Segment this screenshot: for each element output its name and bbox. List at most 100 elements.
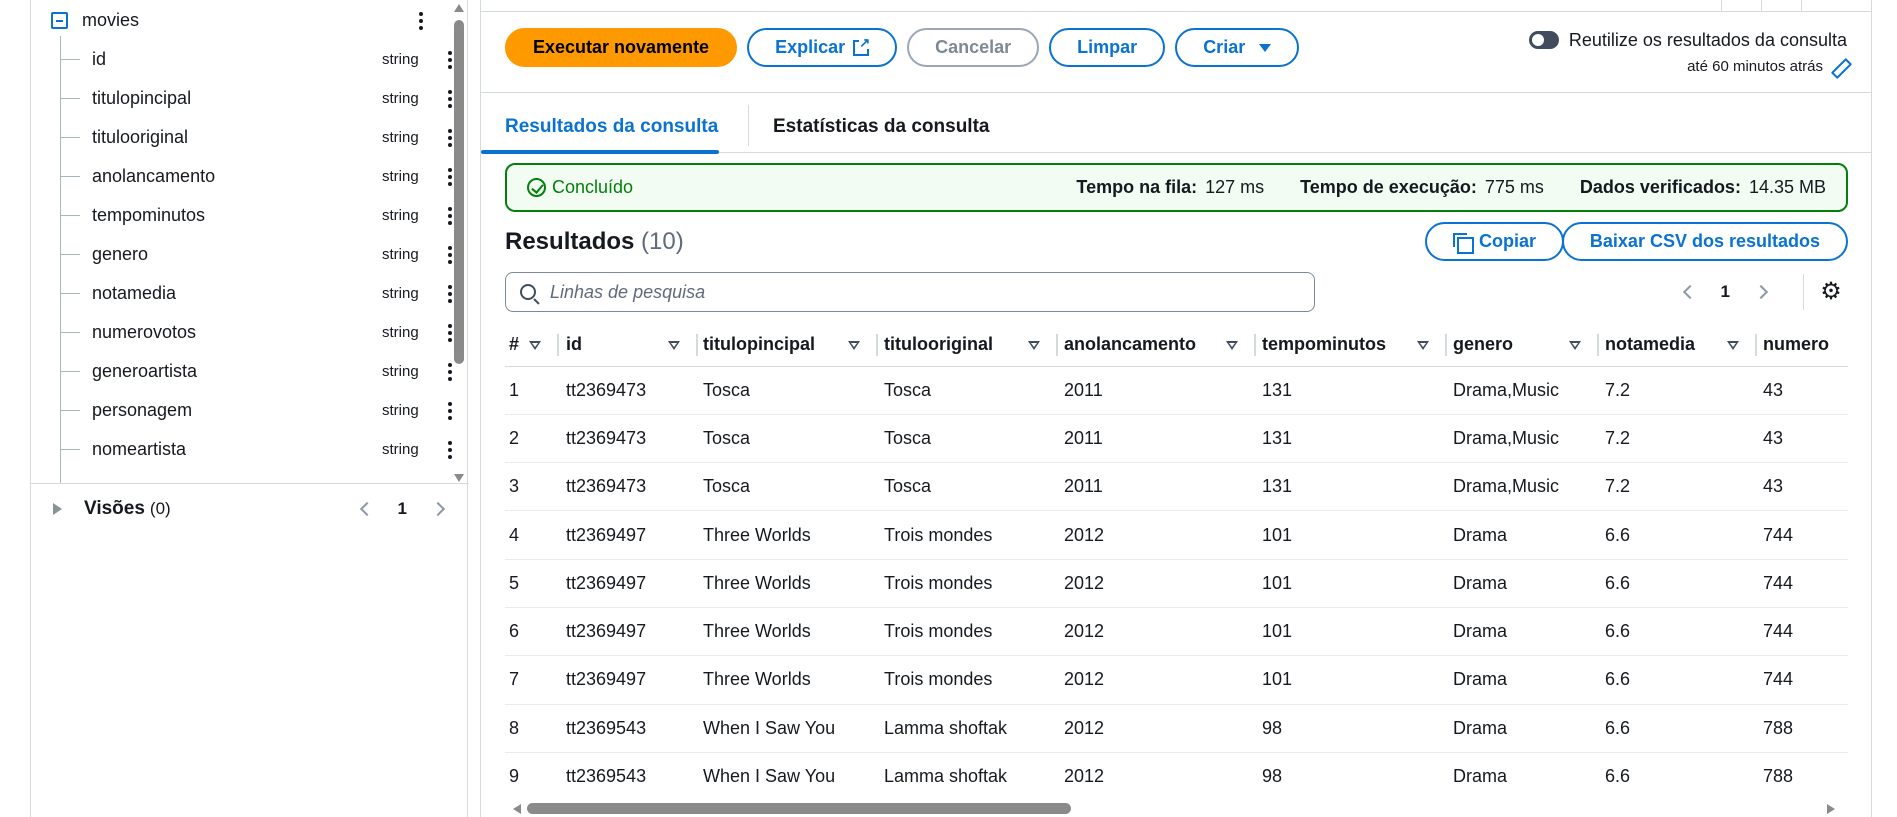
schema-column-titulooriginal[interactable]: titulooriginal string [60, 118, 460, 157]
column-resizer[interactable] [1755, 334, 1757, 356]
table-row[interactable]: 6 tt2369497 Three Worlds Trois mondes 2012 10… [505, 607, 1848, 657]
table-cell: 7.2 [1601, 366, 1759, 415]
horizontal-scrollbar[interactable] [513, 802, 1835, 816]
schema-column-tempominutos[interactable]: tempominutos string [60, 196, 460, 235]
table-cell: 7 [505, 655, 562, 705]
views-page-number[interactable]: 1 [398, 499, 407, 519]
table-row[interactable]: 9 tt2369543 When I Saw You Lamma shoftak 201… [505, 752, 1848, 794]
column-header[interactable]: genero [1449, 324, 1601, 367]
chevron-left-icon[interactable] [359, 501, 374, 517]
schema-column-generoartista[interactable]: generoartista string [60, 352, 460, 391]
column-header[interactable]: # [505, 324, 562, 367]
column-header[interactable]: numero [1759, 324, 1848, 367]
schema-column-titulopincipal[interactable]: titulopincipal string [60, 79, 460, 118]
column-resizer[interactable] [1445, 334, 1447, 356]
table-row[interactable]: 3 tt2369473 Tosca Tosca 2011 131 Drama,Music 7.… [505, 462, 1848, 512]
table-actions-menu-icon[interactable] [411, 9, 431, 33]
sort-icon[interactable] [848, 341, 860, 350]
sort-icon[interactable] [1569, 341, 1581, 350]
tree-connector [60, 332, 80, 333]
sort-icon[interactable] [1727, 341, 1739, 350]
table-cell: Tosca [699, 414, 880, 464]
schema-column-anolancamento[interactable]: anolancamento string [60, 157, 460, 196]
sort-icon[interactable] [1028, 341, 1040, 350]
table-row[interactable]: 4 tt2369497 Three Worlds Trois mondes 2012 10… [505, 510, 1848, 560]
cancel-button[interactable]: Cancelar [907, 28, 1040, 67]
column-name: nomeartista [92, 439, 187, 459]
sort-icon[interactable] [1417, 341, 1429, 350]
download-csv-button[interactable]: Baixar CSV dos resultados [1561, 222, 1848, 261]
schema-column-notamedia[interactable]: notamedia string [60, 274, 460, 313]
column-name: generoartista [92, 361, 198, 381]
column-resizer[interactable] [1254, 334, 1256, 356]
table-cell: 6.6 [1601, 704, 1759, 753]
table-cell: 2012 [1060, 559, 1258, 608]
views-count: (0) [149, 499, 171, 518]
table-cell: 9 [505, 752, 562, 794]
pencil-icon[interactable] [1831, 59, 1847, 75]
scrollbar-thumb[interactable] [527, 803, 1071, 814]
column-header[interactable]: id [562, 324, 699, 367]
table-row[interactable]: 1 tt2369473 Tosca Tosca 2011 131 Drama,Music 7.… [505, 366, 1848, 415]
schema-scrollbar[interactable] [452, 4, 466, 482]
scrollbar-thumb[interactable] [454, 20, 464, 364]
schema-column-numerovotos[interactable]: numerovotos string [60, 313, 460, 352]
chevron-left-icon[interactable] [1682, 284, 1697, 300]
scroll-right-icon[interactable] [1827, 804, 1835, 814]
column-header[interactable]: notamedia [1601, 324, 1759, 367]
table-cell: 8 [505, 704, 562, 753]
header-label: genero [1453, 334, 1514, 355]
scroll-down-icon[interactable] [454, 474, 464, 482]
table-body: 1 tt2369473 Tosca Tosca 2011 131 Drama,Music 7.… [505, 366, 1848, 794]
create-label: Criar [1203, 37, 1246, 57]
column-header[interactable]: tempominutos [1258, 324, 1449, 367]
header-label: titulooriginal [884, 334, 993, 355]
search-field[interactable] [505, 272, 1315, 312]
views-label[interactable]: Visões [84, 498, 145, 520]
table-row[interactable]: 7 tt2369497 Three Worlds Trois mondes 2012 10… [505, 655, 1848, 705]
gear-icon[interactable]: ⚙ [1820, 280, 1842, 304]
chevron-right-icon[interactable] [1753, 284, 1769, 300]
column-resizer[interactable] [1056, 334, 1058, 356]
collapse-icon[interactable] [51, 11, 68, 29]
table-row[interactable]: 2 tt2369473 Tosca Tosca 2011 131 Drama,Music 7.… [505, 414, 1848, 464]
column-header[interactable]: anolancamento [1060, 324, 1258, 367]
column-type: string [382, 441, 419, 458]
schema-column-genero[interactable]: genero string [60, 235, 460, 274]
table-cell: Drama,Music [1449, 462, 1601, 512]
results-page-number[interactable]: 1 [1721, 282, 1730, 302]
table-cell: 788 [1759, 704, 1848, 753]
column-resizer[interactable] [1597, 334, 1599, 356]
scroll-up-icon[interactable] [454, 4, 464, 12]
create-button[interactable]: Criar [1175, 28, 1300, 67]
column-resizer[interactable] [876, 334, 878, 356]
table-cell: 101 [1258, 655, 1449, 705]
explain-button[interactable]: Explicar [747, 28, 898, 67]
scroll-left-icon[interactable] [513, 804, 521, 814]
schema-column-nomeartista[interactable]: nomeartista string [60, 430, 460, 469]
search-input[interactable] [550, 281, 1270, 303]
column-resizer[interactable] [696, 334, 698, 356]
chevron-right-icon[interactable] [430, 501, 446, 517]
schema-column-id[interactable]: id string [60, 40, 460, 79]
clear-button[interactable]: Limpar [1049, 28, 1166, 67]
reuse-results-label: Reutilize os resultados da consulta [1568, 29, 1847, 50]
sort-icon[interactable] [1226, 341, 1238, 350]
sort-icon[interactable] [529, 341, 541, 350]
run-again-button[interactable]: Executar novamente [505, 28, 738, 67]
column-header[interactable]: titulopincipal [699, 324, 880, 367]
column-header[interactable]: titulooriginal [880, 324, 1060, 367]
tab-query-results[interactable]: Resultados da consulta [480, 100, 720, 154]
tab-query-stats[interactable]: Estatísticas da consulta [773, 100, 989, 153]
reuse-results-toggle[interactable] [1528, 31, 1559, 49]
sort-icon[interactable] [668, 341, 680, 350]
expand-icon[interactable] [53, 503, 62, 515]
header-label: id [566, 334, 582, 355]
copy-button[interactable]: Copiar [1424, 222, 1564, 261]
table-row[interactable]: 5 tt2369497 Three Worlds Trois mondes 2012 10… [505, 559, 1848, 608]
header-label: numero [1763, 334, 1830, 355]
schema-column-personagem[interactable]: personagem string [60, 391, 460, 430]
table-node-movies[interactable]: movies [51, 6, 139, 34]
column-resizer[interactable] [557, 334, 559, 356]
table-row[interactable]: 8 tt2369543 When I Saw You Lamma shoftak 201… [505, 704, 1848, 753]
